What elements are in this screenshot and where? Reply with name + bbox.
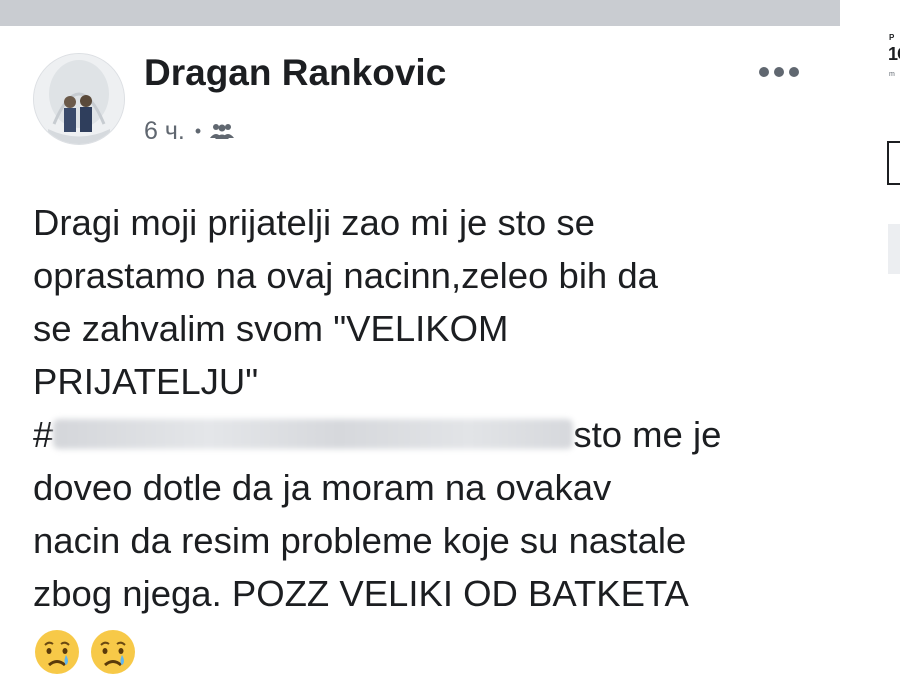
author-name[interactable]: Dragan Rankovic — [144, 52, 446, 94]
hashtag-prefix: # — [33, 414, 54, 455]
post-text-line: se zahvalim svom "VELIKOM — [33, 308, 509, 349]
hashtag-suffix: sto me je — [573, 414, 722, 455]
avatar-image — [34, 54, 124, 144]
more-options-button[interactable] — [752, 55, 806, 89]
side-label-tiny: m — [889, 71, 895, 78]
post-text-line: doveo dotle da ja moram na ovakav — [33, 467, 612, 508]
side-gray-block — [888, 224, 900, 274]
crying-face-emoji — [35, 630, 79, 674]
more-options-icon — [759, 67, 799, 77]
friends-icon[interactable] — [209, 122, 235, 140]
side-button-outline[interactable] — [887, 141, 900, 185]
post-text-line: Dragi moji prijatelji zao mi je sto se — [33, 202, 595, 243]
post-meta: 6 ч. • — [144, 113, 235, 149]
post-text: Dragi moji prijatelji zao mi je sto se o… — [33, 196, 833, 676]
meta-separator: • — [194, 120, 202, 141]
top-divider-bar — [0, 0, 840, 26]
crying-face-emoji — [91, 630, 135, 674]
post-text-line: PRIJATELJU" — [33, 361, 259, 402]
post-text-line: nacin da resim probleme koje su nastale — [33, 520, 687, 561]
side-label-big: 1C — [888, 44, 900, 64]
post-text-line: zbog njega. POZZ VELIKI OD BATKETA — [33, 573, 689, 614]
right-side-panel — [840, 0, 900, 675]
emoji-row — [33, 628, 833, 676]
post-time[interactable]: 6 ч. — [144, 117, 185, 146]
side-label-small: P — [889, 33, 895, 42]
hashtag-line: # sto me je — [33, 408, 833, 461]
blurred-hashtag[interactable] — [53, 419, 574, 449]
post-text-line: oprastamo na ovaj nacinn,zeleo bih da — [33, 255, 658, 296]
avatar[interactable] — [33, 53, 125, 145]
